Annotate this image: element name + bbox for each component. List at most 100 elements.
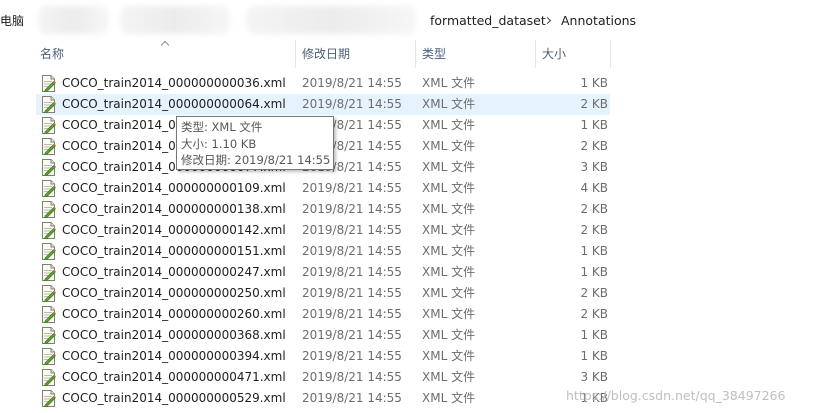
tooltip-date: 修改日期: 2019/8/21 14:55	[181, 153, 331, 167]
file-modified-date: 2019/8/21 14:55	[302, 244, 402, 258]
tooltip-type: 类型: XML 文件	[181, 120, 263, 134]
file-row[interactable]: COCO_train2014_000000000109.xml 2019/8/21…	[36, 178, 610, 199]
file-name: COCO_train2014_000000000471.xml	[62, 370, 286, 384]
file-size: 2 KB	[580, 202, 608, 216]
file-info-tooltip: 类型: XML 文件 大小: 1.10 KB 修改日期: 2019/8/21 1…	[176, 116, 334, 170]
file-row[interactable]: COCO_train2014_000000000142.xml 2019/8/21…	[36, 220, 610, 241]
file-row[interactable]: COCO_train2014_000000000151.xml 2019/8/21…	[36, 241, 610, 262]
file-size: 2 KB	[580, 97, 608, 111]
column-header-date[interactable]: 修改日期	[296, 40, 416, 68]
file-type: XML 文件	[422, 307, 476, 321]
file-size: 4 KB	[580, 181, 608, 195]
file-type: XML 文件	[422, 223, 476, 237]
file-name: COCO_train2014_000000000036.xml	[62, 76, 286, 90]
xml-file-icon	[41, 138, 56, 156]
file-type: XML 文件	[422, 349, 476, 363]
file-modified-date: 2019/8/21 14:55	[302, 391, 402, 405]
file-modified-date: 2019/8/21 14:55	[302, 97, 402, 111]
xml-file-icon	[41, 327, 56, 345]
file-name: COCO_train2014_000000000529.xml	[62, 391, 286, 405]
xml-file-icon	[41, 390, 56, 408]
file-row[interactable]: COCO_train2014_000000000247.xml 2019/8/21…	[36, 262, 610, 283]
column-divider[interactable]	[610, 40, 611, 68]
file-type: XML 文件	[422, 370, 476, 384]
file-name: COCO_train2014_000000000142.xml	[62, 223, 286, 237]
address-blurred-segment	[38, 6, 108, 34]
xml-file-icon	[41, 369, 56, 387]
xml-file-icon	[41, 348, 56, 366]
address-crumb-annotations[interactable]: Annotations	[561, 13, 636, 29]
file-size: 2 KB	[580, 307, 608, 321]
address-crumb-formatted-dataset[interactable]: formatted_dataset	[430, 13, 546, 29]
xml-file-icon	[41, 264, 56, 282]
file-modified-date: 2019/8/21 14:55	[302, 328, 402, 342]
file-size: 1 KB	[580, 328, 608, 342]
file-row[interactable]: COCO_train2014_000000000471.xml 2019/8/21…	[36, 367, 610, 388]
file-type: XML 文件	[422, 244, 476, 258]
file-type: XML 文件	[422, 160, 476, 174]
xml-file-icon	[41, 117, 56, 135]
chevron-right-icon[interactable]	[544, 13, 552, 29]
xml-file-icon	[41, 201, 56, 219]
file-row[interactable]: COCO_train2014_000000000036.xml 2019/8/21…	[36, 73, 610, 94]
address-root-crumb[interactable]: 电脑	[0, 13, 24, 29]
file-modified-date: 2019/8/21 14:55	[302, 286, 402, 300]
address-blurred-segment	[246, 6, 416, 34]
file-type: XML 文件	[422, 97, 476, 111]
file-type: XML 文件	[422, 118, 476, 132]
file-name: COCO_train2014_000000000064.xml	[62, 97, 286, 111]
file-name: COCO_train2014_000000000250.xml	[62, 286, 286, 300]
xml-file-icon	[41, 75, 56, 93]
tooltip-size: 大小: 1.10 KB	[181, 136, 257, 151]
file-name: COCO_train2014_000000000247.xml	[62, 265, 286, 279]
file-type: XML 文件	[422, 286, 476, 300]
file-type: XML 文件	[422, 76, 476, 90]
file-modified-date: 2019/8/21 14:55	[302, 307, 402, 321]
file-size: 2 KB	[580, 223, 608, 237]
xml-file-icon	[41, 285, 56, 303]
file-type: XML 文件	[422, 265, 476, 279]
xml-file-icon	[41, 180, 56, 198]
file-row[interactable]: COCO_train2014_000000000394.xml 2019/8/21…	[36, 346, 610, 367]
file-row[interactable]: COCO_train2014_000000000260.xml 2019/8/21…	[36, 304, 610, 325]
xml-file-icon	[41, 306, 56, 324]
file-modified-date: 2019/8/21 14:55	[302, 370, 402, 384]
xml-file-icon	[41, 222, 56, 240]
xml-file-icon	[41, 159, 56, 177]
file-modified-date: 2019/8/21 14:55	[302, 202, 402, 216]
file-row[interactable]: COCO_train2014_000000000529.xml 2019/8/21…	[36, 388, 610, 409]
file-name: COCO_train2014_000000000138.xml	[62, 202, 286, 216]
column-header-size[interactable]: 大小	[536, 40, 611, 68]
column-header-name[interactable]: 名称	[34, 40, 296, 68]
column-header-type[interactable]: 类型	[416, 40, 536, 68]
file-size: 2 KB	[580, 286, 608, 300]
file-name: COCO_train2014_000000000368.xml	[62, 328, 286, 342]
file-row[interactable]: COCO_train2014_000000000138.xml 2019/8/21…	[36, 199, 610, 220]
file-size: 3 KB	[580, 160, 608, 174]
file-modified-date: 2019/8/21 14:55	[302, 349, 402, 363]
xml-file-icon	[41, 243, 56, 261]
watermark-text: https://blog.csdn.net/qq_38497266	[566, 388, 786, 403]
file-size: 1 KB	[580, 76, 608, 90]
file-size: 1 KB	[580, 349, 608, 363]
address-blurred-segment	[120, 6, 230, 34]
file-name: COCO_train2014_000000000151.xml	[62, 244, 286, 258]
file-size: 3 KB	[580, 370, 608, 384]
file-size: 1 KB	[580, 244, 608, 258]
file-row[interactable]: COCO_train2014_000000000368.xml 2019/8/21…	[36, 325, 610, 346]
file-type: XML 文件	[422, 202, 476, 216]
file-size: 2 KB	[580, 139, 608, 153]
file-modified-date: 2019/8/21 14:55	[302, 223, 402, 237]
file-row[interactable]: COCO_train2014_000000000250.xml 2019/8/21…	[36, 283, 610, 304]
column-header: 名称 修改日期 类型 大小	[0, 40, 817, 68]
file-type: XML 文件	[422, 391, 476, 405]
file-size: 1 KB	[580, 118, 608, 132]
xml-file-icon	[41, 96, 56, 114]
file-row[interactable]: COCO_train2014_000000000064.xml 2019/8/21…	[36, 94, 610, 115]
file-name: COCO_train2014_000000000394.xml	[62, 349, 286, 363]
file-size: 1 KB	[580, 265, 608, 279]
file-name: COCO_train2014_000000000109.xml	[62, 181, 286, 195]
file-modified-date: 2019/8/21 14:55	[302, 265, 402, 279]
address-bar[interactable]: 电脑 formatted_dataset Annotations	[0, 0, 817, 40]
file-type: XML 文件	[422, 328, 476, 342]
